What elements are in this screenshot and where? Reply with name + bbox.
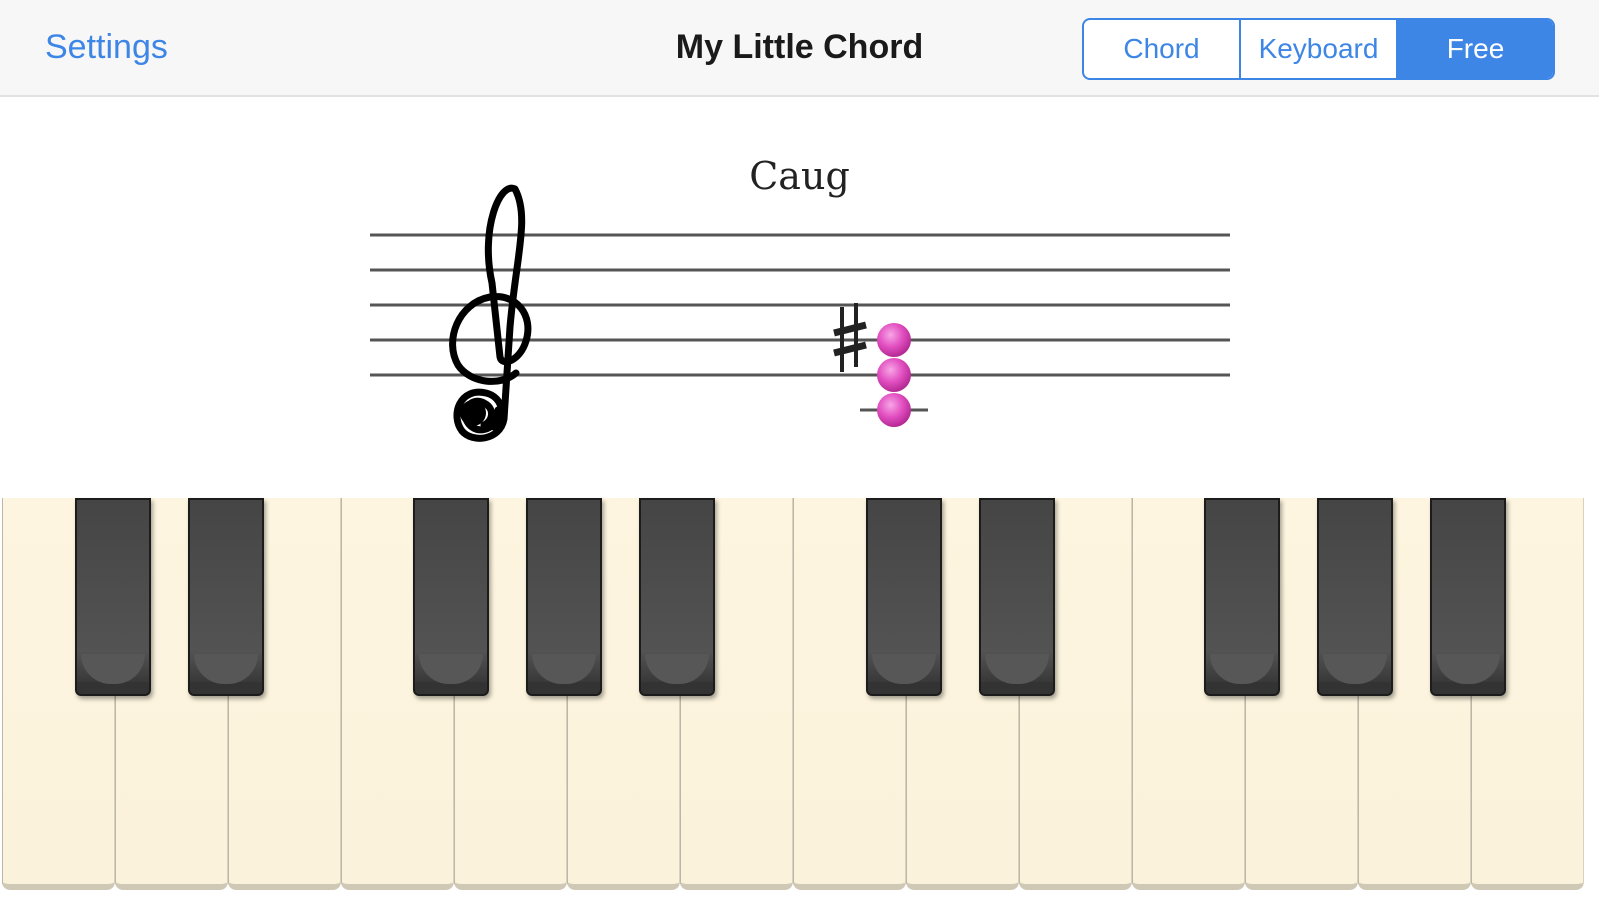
black-key[interactable]	[526, 498, 602, 696]
treble-clef-icon	[449, 184, 532, 442]
sharp-icon	[833, 303, 867, 372]
music-staff	[370, 184, 1230, 442]
black-key[interactable]	[413, 498, 489, 696]
black-key[interactable]	[866, 498, 942, 696]
black-key[interactable]	[639, 498, 715, 696]
black-key[interactable]	[75, 498, 151, 696]
piano-keyboard	[0, 498, 1599, 900]
black-key[interactable]	[188, 498, 264, 696]
black-key[interactable]	[1430, 498, 1506, 696]
staff-area: Caug	[0, 97, 1599, 497]
navigation-bar: Settings My Little Chord Chord Keyboard …	[0, 0, 1599, 97]
note-e[interactable]	[877, 358, 911, 392]
black-key[interactable]	[1317, 498, 1393, 696]
segment-chord[interactable]: Chord	[1084, 20, 1239, 78]
note-c[interactable]	[877, 393, 911, 427]
black-key[interactable]	[1204, 498, 1280, 696]
note-g-sharp[interactable]	[877, 323, 911, 357]
app-window: Settings My Little Chord Chord Keyboard …	[0, 0, 1599, 900]
segment-keyboard[interactable]: Keyboard	[1239, 20, 1396, 78]
segment-free[interactable]: Free	[1396, 20, 1553, 78]
mode-segmented-control: Chord Keyboard Free	[1082, 18, 1555, 80]
black-key[interactable]	[979, 498, 1055, 696]
